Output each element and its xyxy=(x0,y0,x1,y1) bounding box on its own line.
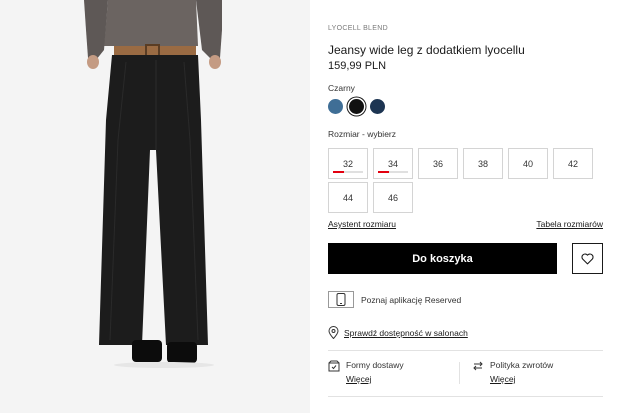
size-grid: 32 34 36 38 40 42 44 46 xyxy=(328,148,593,213)
add-to-cart-button[interactable]: Do koszyka xyxy=(328,243,557,274)
product-photo xyxy=(0,0,310,413)
delivery-info: Formy dostawy Więcej xyxy=(328,360,404,384)
size-option-label: 46 xyxy=(387,192,398,203)
size-option-46[interactable]: 46 xyxy=(373,182,413,213)
app-promo[interactable]: Poznaj aplikację Reserved xyxy=(328,291,461,308)
product-title: Jeansy wide leg z dodatkiem lyocellu xyxy=(328,43,525,57)
size-option-label: 32 xyxy=(342,158,353,169)
color-swatch-blue[interactable] xyxy=(328,99,343,114)
phone-icon xyxy=(336,293,346,306)
store-availability: Sprawdź dostępność w salonach xyxy=(328,326,468,339)
section-divider xyxy=(328,350,603,351)
returns-more-link[interactable]: Więcej xyxy=(490,374,553,384)
size-links-row: Asystent rozmiaru Tabela rozmiarów xyxy=(328,219,603,229)
selected-color-label: Czarny xyxy=(328,83,355,93)
heart-icon xyxy=(581,252,594,264)
low-stock-indicator xyxy=(378,171,408,173)
product-price: 159,99 PLN xyxy=(328,60,387,72)
returns-title: Polityka zwrotów xyxy=(490,360,554,370)
app-promo-icon-box xyxy=(328,291,354,308)
returns-info: Polityka zwrotów Więcej xyxy=(472,360,553,384)
size-option-34[interactable]: 34 xyxy=(373,148,413,179)
size-assistant-link[interactable]: Asystent rozmiaru xyxy=(328,219,396,229)
store-availability-link[interactable]: Sprawdź dostępność w salonach xyxy=(344,328,468,338)
size-label: Rozmiar - wybierz xyxy=(328,129,397,139)
return-arrows-icon xyxy=(473,361,483,371)
product-info-panel: LYOCELL BLEND Jeansy wide leg z dodatkie… xyxy=(328,0,603,413)
collection-label: LYOCELL BLEND xyxy=(328,25,388,32)
color-swatch-navy[interactable] xyxy=(370,99,385,114)
size-option-32[interactable]: 32 xyxy=(328,148,368,179)
info-divider xyxy=(459,362,460,384)
size-option-label: 38 xyxy=(477,158,488,169)
size-option-label: 44 xyxy=(342,192,353,203)
bottom-divider xyxy=(328,396,603,397)
color-swatch-black[interactable] xyxy=(349,99,364,114)
size-option-38[interactable]: 38 xyxy=(463,148,503,179)
product-photo-illustration xyxy=(0,0,310,413)
size-option-40[interactable]: 40 xyxy=(508,148,548,179)
size-option-label: 36 xyxy=(432,158,443,169)
app-promo-text: Poznaj aplikację Reserved xyxy=(361,294,462,305)
delivery-more-link[interactable]: Więcej xyxy=(346,374,404,384)
size-option-44[interactable]: 44 xyxy=(328,182,368,213)
size-table-link[interactable]: Tabela rozmiarów xyxy=(536,219,603,229)
color-swatches xyxy=(328,99,385,114)
delivery-title: Formy dostawy xyxy=(346,360,404,370)
size-option-label: 42 xyxy=(567,158,578,169)
size-option-36[interactable]: 36 xyxy=(418,148,458,179)
location-pin-icon xyxy=(328,326,339,339)
low-stock-indicator xyxy=(333,171,363,173)
delivery-box-icon xyxy=(328,360,340,372)
size-option-label: 34 xyxy=(387,158,398,169)
size-option-42[interactable]: 42 xyxy=(553,148,593,179)
add-to-cart-label: Do koszyka xyxy=(412,252,473,265)
wishlist-button[interactable] xyxy=(572,243,603,274)
size-option-label: 40 xyxy=(522,158,533,169)
